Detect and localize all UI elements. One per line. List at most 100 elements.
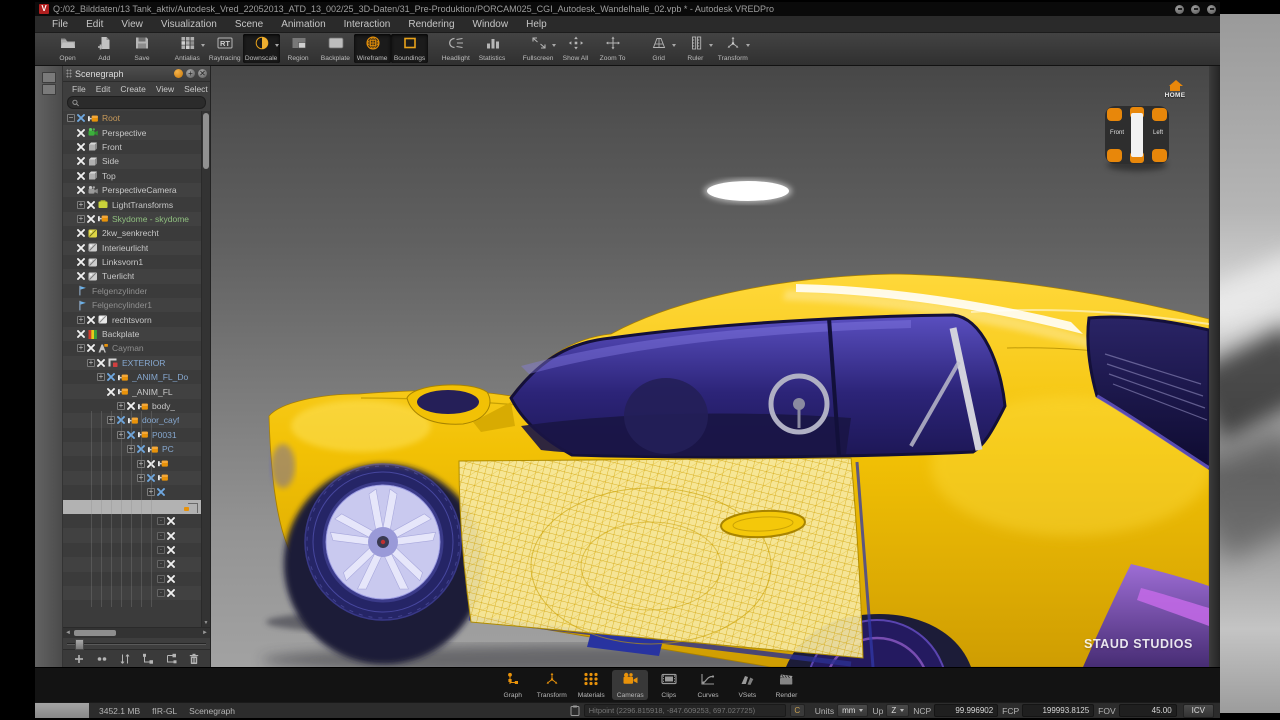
tree-item-top[interactable]: Top xyxy=(63,169,210,183)
tree-item-2kw-senkrecht[interactable]: 2kw_senkrecht xyxy=(63,226,210,240)
tree-item-p0031[interactable]: +P0031 xyxy=(63,428,210,442)
snap-c-button[interactable]: C xyxy=(790,704,805,717)
visibility-x-icon[interactable] xyxy=(167,532,175,540)
viewcube-face-front[interactable]: Front xyxy=(1110,130,1124,136)
toolbar-showall-button[interactable]: Show All xyxy=(557,34,594,63)
tree-item-tuerlicht[interactable]: Tuerlicht xyxy=(63,269,210,283)
visibility-x-icon[interactable] xyxy=(87,344,95,352)
tree-item-node[interactable]: + xyxy=(63,456,210,470)
tree-item--anim-fl[interactable]: _ANIM_FL xyxy=(63,384,210,398)
tree-item-door-cayf[interactable]: +door_cayf xyxy=(63,413,210,427)
scenegraph-menu-view[interactable]: View xyxy=(151,84,179,94)
up-axis-select[interactable]: Z xyxy=(886,704,909,717)
expander-icon[interactable]: · xyxy=(157,589,165,597)
tree-item-interieurlicht[interactable]: Interieurlicht xyxy=(63,241,210,255)
viewcube-body[interactable]: Front Left xyxy=(1105,106,1169,164)
viewcube-corner[interactable] xyxy=(1152,149,1167,162)
expander-icon[interactable]: + xyxy=(117,402,125,410)
home-icon[interactable] xyxy=(1169,80,1182,91)
scroll-down-icon[interactable]: ▼ xyxy=(202,620,210,626)
viewcube-face-left[interactable]: Left xyxy=(1153,130,1163,136)
tree-item-node[interactable]: · xyxy=(63,557,210,571)
dock-curves-button[interactable]: Curves xyxy=(690,670,726,700)
toolbar-antialias-button[interactable]: Antialias xyxy=(169,34,206,63)
expander-icon[interactable]: · xyxy=(157,517,165,525)
tree-item-body-[interactable]: +body_ xyxy=(63,399,210,413)
sort-button[interactable] xyxy=(119,653,131,665)
horizontal-scrollbar[interactable]: ◄ ► xyxy=(63,627,210,638)
tree-item-node[interactable]: + xyxy=(63,485,210,499)
expander-icon[interactable]: · xyxy=(157,546,165,554)
expander-icon[interactable]: + xyxy=(77,316,85,324)
tree-item-node[interactable]: · xyxy=(63,586,210,600)
visibility-x-icon[interactable] xyxy=(77,157,85,165)
tree-item-exterior[interactable]: +EXTERIOR xyxy=(63,356,210,370)
visibility-x-icon[interactable] xyxy=(87,316,95,324)
maximize-button[interactable] xyxy=(1191,5,1200,14)
scrollbar-thumb[interactable] xyxy=(203,113,209,169)
toolbar-backplate-button[interactable]: Backplate xyxy=(317,34,354,63)
expander-icon[interactable]: · xyxy=(157,560,165,568)
scenegraph-menu-select[interactable]: Select xyxy=(179,84,213,94)
tree-item-rechtsvorn[interactable]: +rechtsvorn xyxy=(63,312,210,326)
toolbar-fullscreen-button[interactable]: Fullscreen xyxy=(520,34,557,63)
dock-materials-button[interactable]: Materials xyxy=(573,670,609,700)
visibility-x-icon[interactable] xyxy=(77,143,85,151)
visibility-x-icon[interactable] xyxy=(107,373,115,381)
chevron-down-icon[interactable] xyxy=(709,44,713,47)
chevron-down-icon[interactable] xyxy=(275,44,279,47)
tree-item-node[interactable]: · xyxy=(63,572,210,586)
fov-field[interactable]: 45.00 xyxy=(1119,704,1177,717)
menu-visualization[interactable]: Visualization xyxy=(152,19,226,30)
visibility-x-icon[interactable] xyxy=(77,244,85,252)
menu-rendering[interactable]: Rendering xyxy=(399,19,463,30)
search-input[interactable] xyxy=(82,98,201,107)
tree-item-root[interactable]: −Root xyxy=(63,111,210,125)
tree-item-linksvorn1[interactable]: Linksvorn1 xyxy=(63,255,210,269)
dock-graph-button[interactable]: Graph xyxy=(495,670,531,700)
clipboard-icon[interactable] xyxy=(570,705,580,716)
visibility-x-icon[interactable] xyxy=(167,560,175,568)
close-button[interactable] xyxy=(1207,5,1216,14)
visibility-x-icon[interactable] xyxy=(167,546,175,554)
visibility-x-icon[interactable] xyxy=(97,359,105,367)
chevron-down-icon[interactable] xyxy=(201,44,205,47)
expander-icon[interactable]: + xyxy=(77,215,85,223)
visibility-x-icon[interactable] xyxy=(77,229,85,237)
tree-item-felgenzylinder[interactable]: Felgenzylinder xyxy=(63,284,210,298)
toolbar-transform-button[interactable]: Transform xyxy=(714,34,751,63)
menu-scene[interactable]: Scene xyxy=(226,19,272,30)
expander-icon[interactable]: + xyxy=(87,359,95,367)
chevron-down-icon[interactable] xyxy=(552,44,556,47)
expander-icon[interactable]: + xyxy=(97,373,105,381)
tree-item--anim-fl-do[interactable]: +_ANIM_FL_Do xyxy=(63,370,210,384)
tree-item-skydome-skydome[interactable]: +Skydome - skydome xyxy=(63,212,210,226)
visibility-x-icon[interactable] xyxy=(77,272,85,280)
panel-tab[interactable] xyxy=(42,84,56,95)
visibility-x-icon[interactable] xyxy=(77,172,85,180)
titlebar[interactable]: V Q:/02_Bilddaten/13 Tank_aktiv/Autodesk… xyxy=(35,2,1220,16)
toolbar-save-button[interactable]: Save xyxy=(123,34,160,63)
pin-button[interactable] xyxy=(174,69,183,78)
scenegraph-header[interactable]: Scenegraph + ✕ xyxy=(63,66,210,82)
scenegraph-menu-file[interactable]: File xyxy=(67,84,91,94)
viewcube-home[interactable]: HOME xyxy=(1157,80,1193,99)
tree-item-node[interactable]: · xyxy=(63,543,210,557)
menu-animation[interactable]: Animation xyxy=(272,19,334,30)
scenegraph-menu-create[interactable]: Create xyxy=(115,84,151,94)
tree-item-backplate[interactable]: Backplate xyxy=(63,327,210,341)
expander-icon[interactable]: + xyxy=(77,344,85,352)
expander-icon[interactable]: + xyxy=(77,201,85,209)
toolbar-raytracing-button[interactable]: RTRaytracing xyxy=(206,34,243,63)
toolbar-statistics-button[interactable]: Statistics xyxy=(474,34,511,63)
toolbar-open-button[interactable]: Open xyxy=(49,34,86,63)
tree-item-lighttransforms[interactable]: +LightTransforms xyxy=(63,197,210,211)
viewcube-front-edge[interactable] xyxy=(1131,113,1143,157)
chevron-down-icon[interactable] xyxy=(672,44,676,47)
visibility-x-icon[interactable] xyxy=(157,488,165,496)
icv-button[interactable]: ICV xyxy=(1183,704,1214,718)
toolbar-region-button[interactable]: Region xyxy=(280,34,317,63)
show-optimize-button[interactable] xyxy=(96,653,108,665)
visibility-x-icon[interactable] xyxy=(77,129,85,137)
tree-item-pc[interactable]: +PC xyxy=(63,442,210,456)
